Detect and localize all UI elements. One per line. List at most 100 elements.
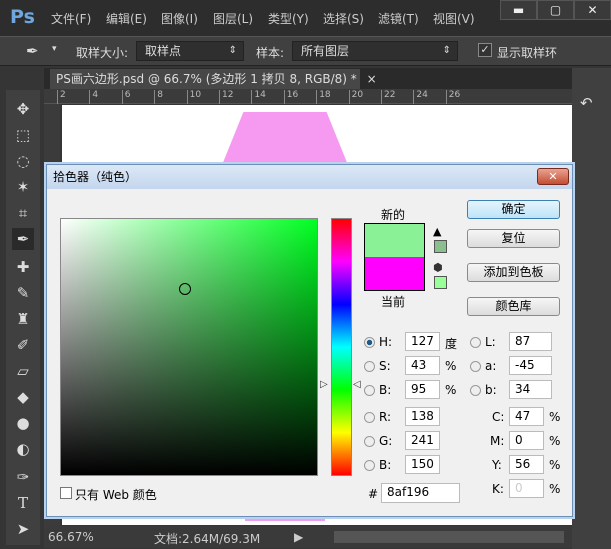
web-only-checkbox[interactable] xyxy=(60,487,72,499)
history-brush-tool-icon[interactable]: ✐ xyxy=(12,334,34,356)
input-y[interactable]: 56 xyxy=(509,455,544,474)
minimize-button[interactable]: ▬ xyxy=(500,0,537,20)
eraser-tool-icon[interactable]: ▱ xyxy=(12,360,34,382)
input-c[interactable]: 47 xyxy=(509,407,544,426)
input-g[interactable]: 241 xyxy=(405,431,440,450)
chevron-down-icon[interactable]: ▾ xyxy=(52,44,57,54)
input-l[interactable]: 87 xyxy=(509,332,552,351)
hue-slider[interactable] xyxy=(331,218,352,476)
brush-tool-icon[interactable]: ✎ xyxy=(12,282,34,304)
menu-layer[interactable]: 图层(L) xyxy=(213,10,253,27)
dodge-tool-icon[interactable]: ◐ xyxy=(12,438,34,460)
sample-select[interactable]: 所有图层 xyxy=(292,41,458,61)
input-a[interactable]: -45 xyxy=(509,356,552,375)
radio-s[interactable] xyxy=(364,361,375,372)
unit-percent: % xyxy=(549,410,561,424)
status-menu-arrow-icon[interactable]: ▶ xyxy=(294,530,303,544)
menu-select[interactable]: 选择(S) xyxy=(323,10,364,27)
dialog-close-button[interactable]: ✕ xyxy=(537,168,569,185)
document-size: 文档:2.64M/69.3M xyxy=(154,532,261,546)
radio-a[interactable] xyxy=(470,361,481,372)
close-tab-icon[interactable]: × xyxy=(367,72,377,86)
ruler-tick: 4 xyxy=(89,90,98,104)
menu-image[interactable]: 图像(I) xyxy=(161,10,198,27)
marquee-tool-icon[interactable]: ⬚ xyxy=(12,124,34,146)
ruler-tick: 12 xyxy=(219,90,233,104)
ruler-tick: 8 xyxy=(154,90,163,104)
crop-tool-icon[interactable]: ⌗ xyxy=(12,202,34,224)
tools-panel: ✥ ⬚ ◌ ✶ ⌗ ✒ ✚ ✎ ♜ ✐ ▱ ◆ ● ◐ ✑ T ➤ xyxy=(6,90,40,545)
web-safe-cube-icon: ⬢ xyxy=(433,261,443,274)
document-tab[interactable]: PS画六边形.psd @ 66.7% (多边形 1 拷贝 8, RGB/8) *… xyxy=(50,69,377,90)
pen-tool-icon[interactable]: ✑ xyxy=(12,466,34,488)
add-to-swatches-button[interactable]: 添加到色板 xyxy=(467,263,560,282)
radio-h[interactable] xyxy=(364,337,375,348)
label-h: H: xyxy=(379,335,393,349)
input-lab-b[interactable]: 34 xyxy=(509,380,552,399)
color-swatch-compare xyxy=(364,223,425,291)
input-k[interactable]: 0 xyxy=(509,479,544,498)
path-select-tool-icon[interactable]: ➤ xyxy=(12,518,34,540)
reset-button[interactable]: 复位 xyxy=(467,229,560,248)
hue-slider-left-arrow-icon[interactable]: ▷ xyxy=(320,379,328,390)
menu-edit[interactable]: 编辑(E) xyxy=(106,10,147,27)
close-button[interactable]: ✕ xyxy=(574,0,611,20)
lasso-tool-icon[interactable]: ◌ xyxy=(12,150,34,172)
color-marker[interactable] xyxy=(179,283,191,295)
input-r[interactable]: 138 xyxy=(405,407,440,426)
sample-size-label: 取样大小: xyxy=(76,46,129,60)
radio-b[interactable] xyxy=(364,385,375,396)
input-h[interactable]: 127 xyxy=(405,332,440,351)
web-safe-color-button[interactable] xyxy=(434,276,447,289)
radio-g[interactable] xyxy=(364,436,375,447)
menu-view[interactable]: 视图(V) xyxy=(433,10,475,27)
sample-label: 样本: xyxy=(256,46,285,60)
hue-slider-right-arrow-icon[interactable]: ◁ xyxy=(353,379,361,390)
maximize-button[interactable]: ▢ xyxy=(537,0,574,20)
label-b: B: xyxy=(379,383,392,397)
input-s[interactable]: 43 xyxy=(405,356,440,375)
move-tool-icon[interactable]: ✥ xyxy=(12,98,34,120)
blur-tool-icon[interactable]: ● xyxy=(12,412,34,434)
menu-type[interactable]: 类型(Y) xyxy=(268,10,309,27)
ps-logo: Ps xyxy=(10,6,35,28)
label-l: L: xyxy=(485,335,496,349)
radio-lab-b[interactable] xyxy=(470,385,481,396)
horizontal-ruler: 2 4 6 8 10 12 14 16 18 20 22 24 26 xyxy=(44,89,578,104)
ok-button[interactable]: 确定 xyxy=(467,200,560,219)
color-libraries-button[interactable]: 颜色库 xyxy=(467,297,560,316)
magic-wand-tool-icon[interactable]: ✶ xyxy=(12,176,34,198)
current-color-swatch[interactable] xyxy=(365,257,424,290)
type-tool-icon[interactable]: T xyxy=(12,492,34,514)
menu-filter[interactable]: 滤镜(T) xyxy=(378,10,419,27)
history-icon[interactable]: ↶ xyxy=(580,94,593,112)
ruler-tick: 2 xyxy=(57,90,66,104)
label-c: C: xyxy=(492,410,505,424)
label-blue: B: xyxy=(379,458,392,472)
healing-tool-icon[interactable]: ✚ xyxy=(12,256,34,278)
paint-bucket-tool-icon[interactable]: ◆ xyxy=(12,386,34,408)
show-ring-checkbox[interactable]: ✓ xyxy=(478,43,492,57)
stamp-tool-icon[interactable]: ♜ xyxy=(12,308,34,330)
radio-blue[interactable] xyxy=(364,460,375,471)
input-b[interactable]: 95 xyxy=(405,380,440,399)
label-y: Y: xyxy=(492,458,502,472)
radio-r[interactable] xyxy=(364,412,375,423)
in-gamut-color-button[interactable] xyxy=(434,240,447,253)
input-blue[interactable]: 150 xyxy=(405,455,440,474)
input-hex[interactable]: 8af196 xyxy=(381,483,460,503)
horizontal-scrollbar[interactable] xyxy=(334,531,564,543)
label-g: G: xyxy=(379,434,393,448)
eyedropper-tool-icon[interactable]: ✒ xyxy=(12,228,34,250)
input-m[interactable]: 0 xyxy=(509,431,544,450)
eyedropper-icon[interactable]: ✒ xyxy=(26,42,39,60)
menu-file[interactable]: 文件(F) xyxy=(51,10,91,27)
sample-size-select[interactable]: 取样点 xyxy=(136,41,244,61)
document-tab-title: PS画六边形.psd @ 66.7% (多边形 1 拷贝 8, RGB/8) * xyxy=(56,72,357,86)
ruler-tick: 26 xyxy=(445,90,460,104)
radio-l[interactable] xyxy=(470,337,481,348)
current-color-label: 当前 xyxy=(381,295,406,309)
color-field[interactable] xyxy=(60,218,318,476)
zoom-level[interactable]: 66.67% xyxy=(48,530,94,544)
label-lab-b: b: xyxy=(485,383,497,397)
